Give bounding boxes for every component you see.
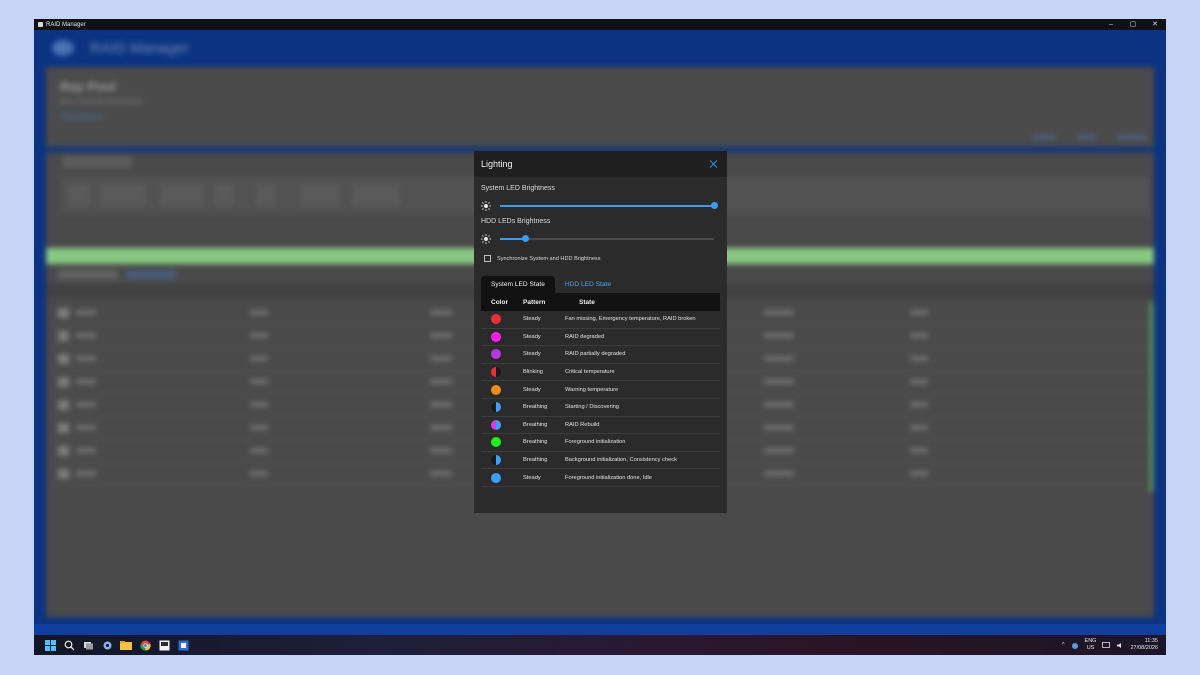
system-led-brightness-label: System LED Brightness <box>481 185 555 192</box>
settings-icon[interactable] <box>100 638 114 652</box>
pattern-cell: Breathing <box>523 421 548 428</box>
store-icon[interactable] <box>176 638 190 652</box>
pattern-cell: Steady <box>523 333 541 340</box>
color-cell <box>481 331 517 342</box>
pattern-cell: Breathing <box>523 404 548 411</box>
led-color-swatch <box>491 367 501 378</box>
led-color-swatch <box>491 349 501 360</box>
state-cell: Warning temperature <box>565 386 619 393</box>
pattern-cell: Breathing <box>523 439 548 446</box>
clock-time: 11:35 <box>1144 638 1158 644</box>
hdd-led-brightness-slider[interactable] <box>500 235 714 242</box>
led-state-table: Color Pattern State Steady Fan missing, E… <box>481 293 720 487</box>
title-bar: RAID Manager – ▢ ✕ <box>34 19 1166 30</box>
pattern-cell: Breathing <box>523 457 548 464</box>
sync-brightness-label: Synchronize System and HDD Brightness <box>497 255 601 262</box>
state-cell: RAID Rebuild <box>565 421 600 428</box>
led-color-swatch <box>491 419 501 430</box>
sync-brightness-option[interactable]: Synchronize System and HDD Brightness <box>484 255 601 262</box>
state-cell: Critical temperature <box>565 369 615 376</box>
state-cell: RAID partially degraded <box>565 351 626 358</box>
table-row: Steady RAID degraded <box>481 329 720 347</box>
table-row: Steady Foreground initialization done, Id… <box>481 469 720 487</box>
dialog-title: Lighting <box>481 159 513 169</box>
column-header-state: State <box>579 298 595 306</box>
led-color-swatch <box>491 472 501 483</box>
column-header-color: Color <box>491 298 508 306</box>
app-icon <box>38 22 43 27</box>
speaker-icon[interactable] <box>1116 642 1124 649</box>
led-color-swatch <box>491 384 501 395</box>
language-indicator[interactable]: ENG US <box>1085 638 1097 652</box>
table-row: Breathing Background initialization, Cons… <box>481 452 720 470</box>
led-color-swatch <box>491 437 501 448</box>
windows-start-icon[interactable] <box>43 638 57 652</box>
state-cell: Foreground initialization <box>565 439 626 446</box>
state-cell: RAID degraded <box>565 333 605 340</box>
table-body: Steady Fan missing, Emergency temperature… <box>481 311 720 487</box>
brightness-sun-icon <box>481 234 491 244</box>
table-row: Steady Fan missing, Emergency temperature… <box>481 311 720 329</box>
system-brightness-slider-thumb[interactable] <box>710 202 718 209</box>
raid-manager-icon[interactable] <box>157 638 171 652</box>
table-row: Steady RAID partially degraded <box>481 346 720 364</box>
color-cell <box>481 384 517 395</box>
led-color-swatch <box>491 331 501 342</box>
led-color-swatch <box>491 455 501 466</box>
state-cell: Foreground initialization done, Idle <box>565 474 652 481</box>
table-row: Breathing Starting / Discovering <box>481 399 720 417</box>
column-header-pattern: Pattern <box>523 298 546 306</box>
window-title: RAID Manager <box>46 21 86 28</box>
led-color-swatch <box>491 314 501 325</box>
table-row: Breathing Foreground initialization <box>481 434 720 452</box>
hdd-led-brightness-label: HDD LEDs Brightness <box>481 218 551 225</box>
close-icon[interactable] <box>709 159 719 169</box>
color-cell <box>481 314 517 325</box>
show-hidden-icons-chevron-icon[interactable]: ^ <box>1062 642 1065 648</box>
color-cell <box>481 455 517 466</box>
pattern-cell: Steady <box>523 386 541 393</box>
close-window-button[interactable]: ✕ <box>1144 19 1166 30</box>
minimize-button[interactable]: – <box>1100 19 1122 30</box>
sync-brightness-checkbox[interactable] <box>484 255 491 262</box>
search-icon[interactable] <box>62 638 76 652</box>
state-cell: Fan missing, Emergency temperature, RAID… <box>565 316 696 323</box>
file-explorer-icon[interactable] <box>119 638 133 652</box>
state-cell: Starting / Discovering <box>565 404 620 411</box>
led-color-swatch <box>491 402 501 413</box>
pattern-cell: Steady <box>523 474 541 481</box>
color-cell <box>481 367 517 378</box>
color-cell <box>481 349 517 360</box>
table-row: Steady Warning temperature <box>481 381 720 399</box>
chrome-icon[interactable] <box>138 638 152 652</box>
state-cell: Background initialization, Consistency c… <box>565 457 677 464</box>
color-cell <box>481 437 517 448</box>
color-cell <box>481 419 517 430</box>
color-cell <box>481 472 517 483</box>
pattern-cell: Steady <box>523 351 541 358</box>
brightness-sun-icon <box>481 201 491 211</box>
task-view-icon[interactable] <box>81 638 95 652</box>
led-state-tabs: System LED State HDD LED State <box>481 276 621 293</box>
pattern-cell: Blinking <box>523 369 543 376</box>
taskbar: ^ ENG US 11:35 27/08/2026 <box>34 635 1166 655</box>
table-row: Blinking Critical temperature <box>481 364 720 382</box>
pattern-cell: Steady <box>523 316 541 323</box>
tab-hdd-led-state[interactable]: HDD LED State <box>555 276 621 293</box>
maximize-button[interactable]: ▢ <box>1122 19 1144 30</box>
tab-system-led-state[interactable]: System LED State <box>481 276 555 293</box>
display-icon[interactable] <box>1102 641 1111 649</box>
table-header: Color Pattern State <box>481 293 720 311</box>
clock[interactable]: 11:35 27/08/2026 <box>1130 638 1158 652</box>
hdd-brightness-slider-thumb[interactable] <box>522 235 530 242</box>
color-cell <box>481 402 517 413</box>
network-icon[interactable] <box>1071 642 1079 649</box>
table-row: Breathing RAID Rebuild <box>481 417 720 435</box>
system-led-brightness-slider[interactable] <box>500 202 718 209</box>
clock-date: 27/08/2026 <box>1130 645 1158 651</box>
lighting-dialog: Lighting System LED Brightness HDD LEDs … <box>474 151 727 513</box>
dialog-header: Lighting <box>474 151 727 177</box>
